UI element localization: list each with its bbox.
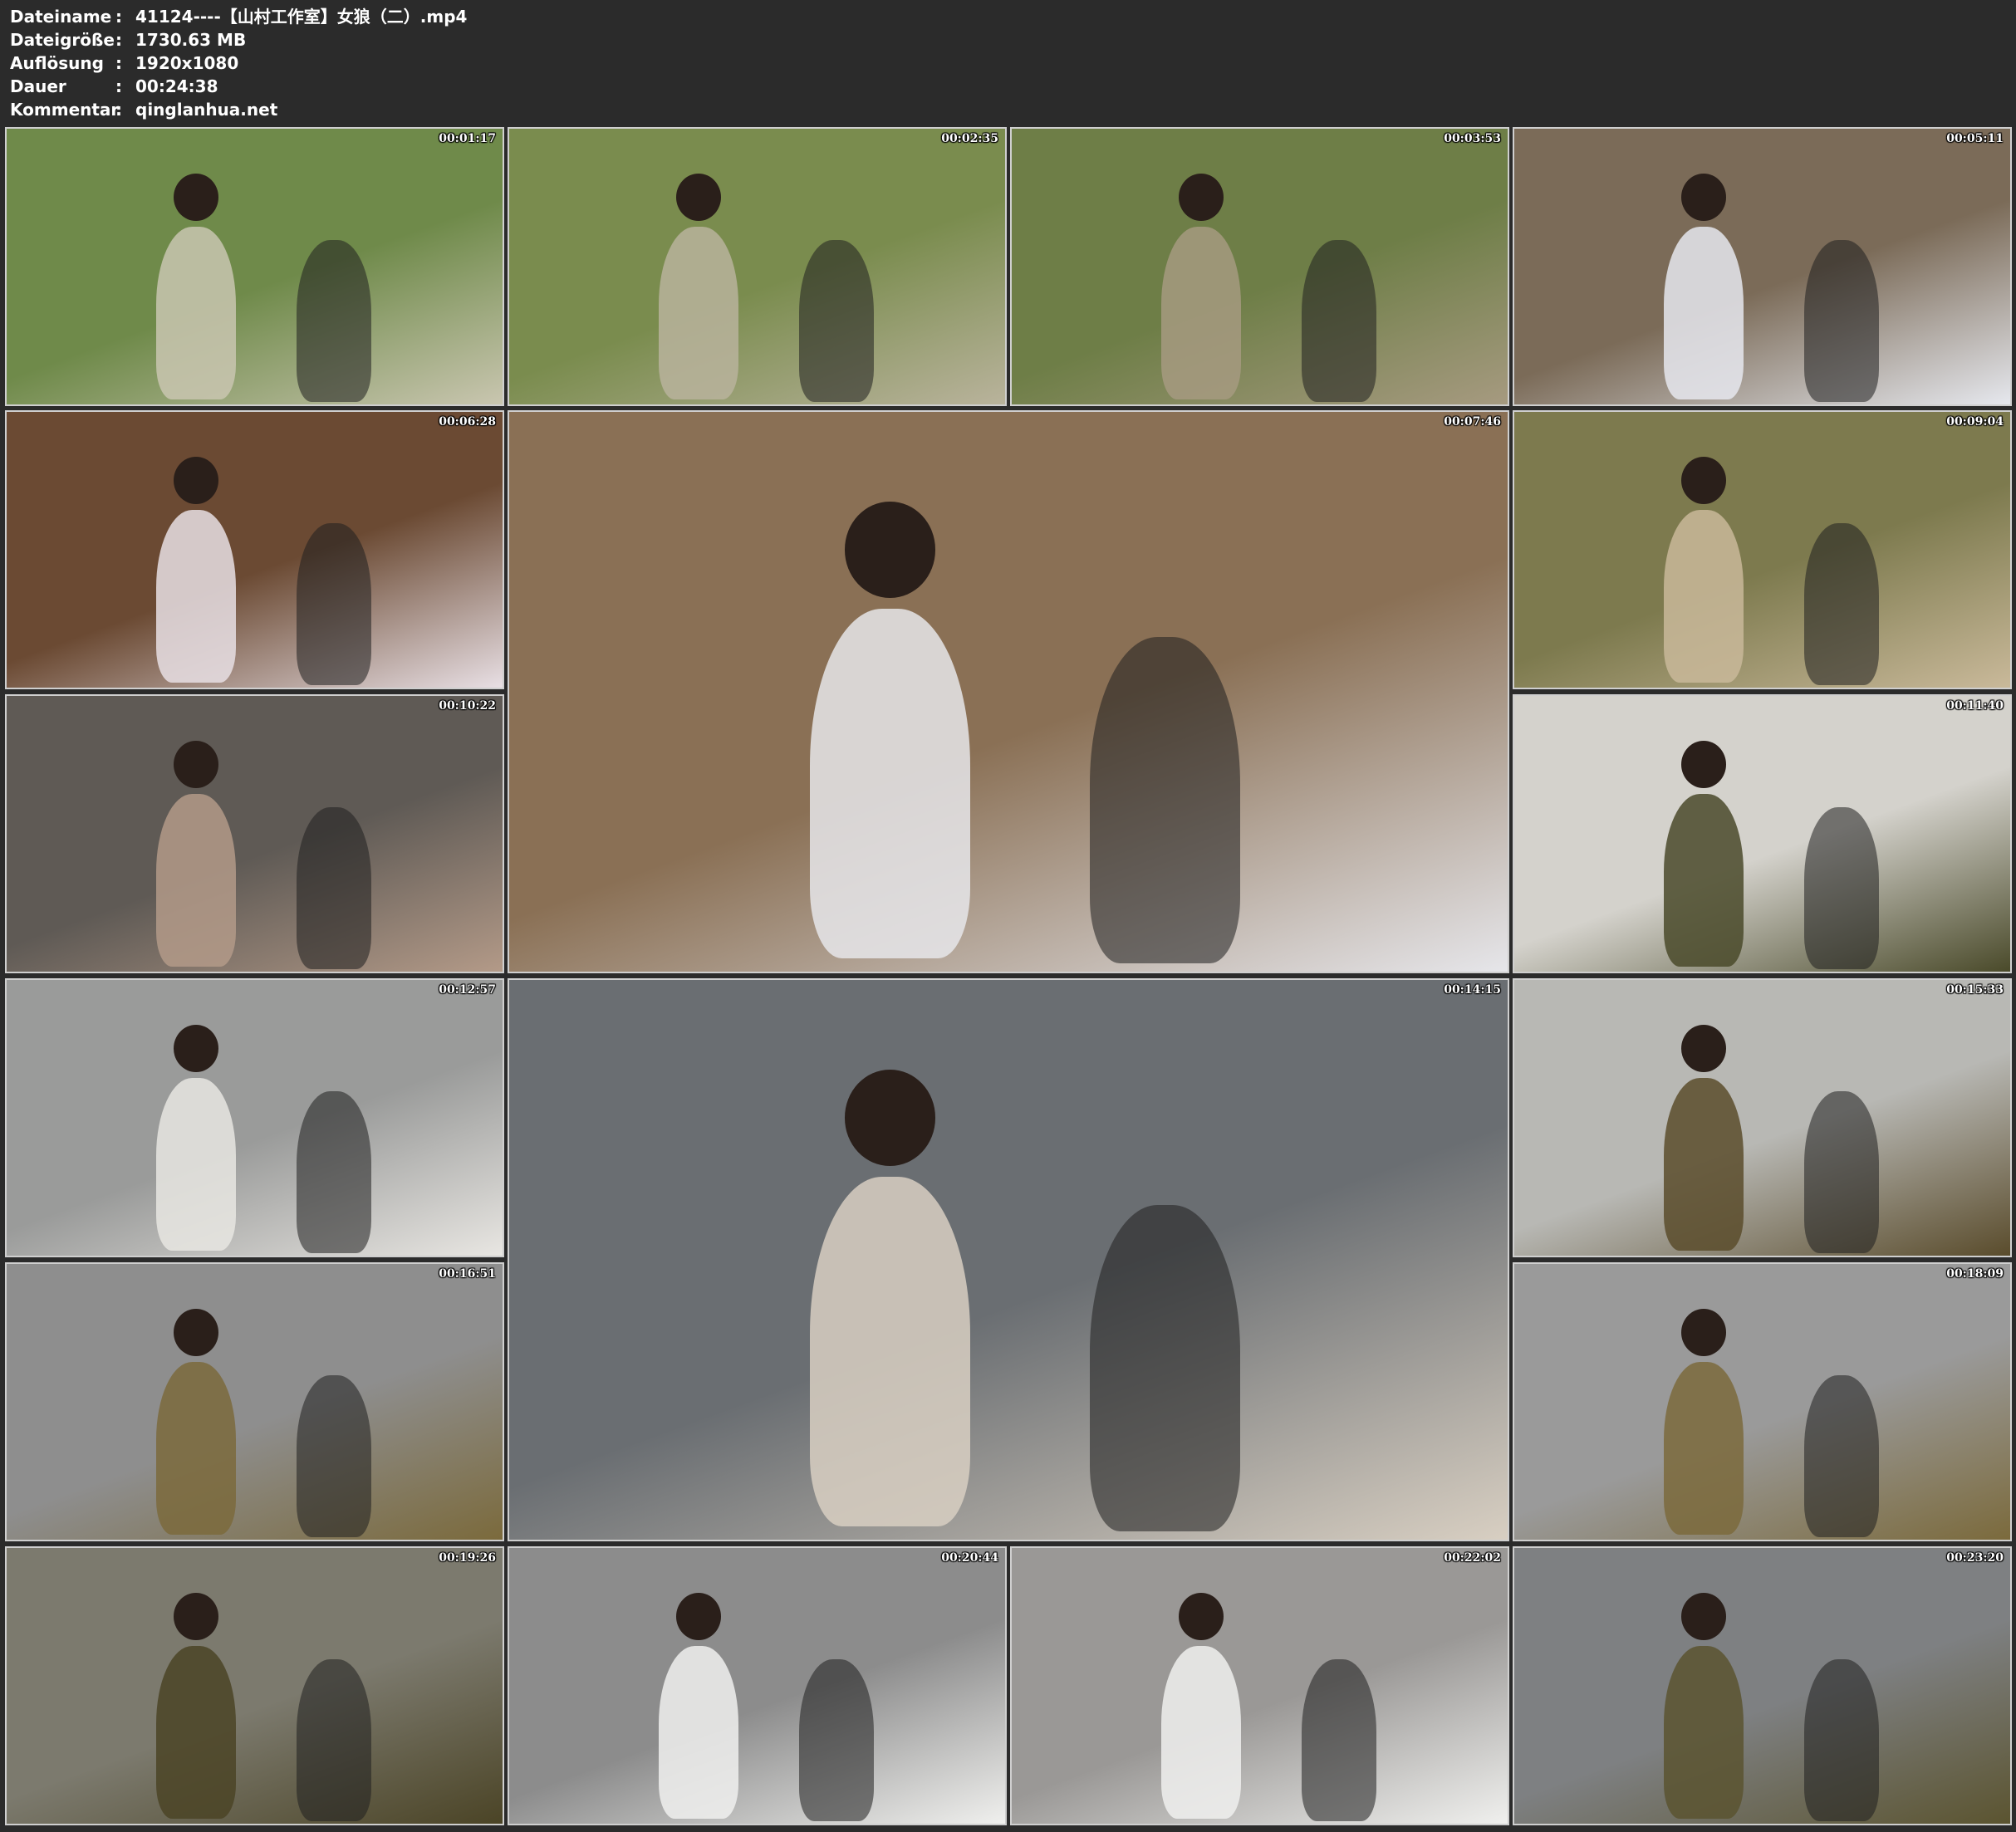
timestamp-label: 00:15:33 — [1946, 983, 2004, 997]
scene-figure — [1664, 1077, 1744, 1251]
timestamp-label: 00:19:26 — [439, 1551, 496, 1565]
scene-figure — [1301, 1659, 1376, 1822]
timestamp-label: 00:01:17 — [439, 132, 496, 145]
scene-figure — [809, 1177, 970, 1526]
scene-figure-head — [845, 1070, 935, 1166]
thumbnail-soldiers-group-uniform[interactable]: 00:11:40 — [1513, 694, 2012, 973]
scene-figure — [798, 1659, 874, 1822]
scene-figure — [1090, 637, 1241, 964]
thumbnail-soldier-grabbing-collar[interactable]: 00:18:09 — [1513, 1262, 2012, 1541]
timestamp-label: 00:20:44 — [941, 1551, 998, 1565]
timestamp-label: 00:22:02 — [1444, 1551, 1501, 1565]
scene-figure — [659, 1645, 739, 1819]
thumbnail-room-boots-legs-large[interactable]: 00:14:15 — [508, 978, 1509, 1541]
thumbnail-chair-tie-restraint[interactable]: 00:20:44 — [508, 1546, 1007, 1825]
scene-figure — [1161, 1645, 1242, 1819]
thumbnail-grid: 00:01:17 00:02:35 00:03:53 00:05:11 00:06:28… — [0, 0, 2016, 1832]
thumbnail-forest-standing-black[interactable]: 00:09:04 — [1513, 410, 2012, 689]
scene-figure — [1803, 1091, 1879, 1254]
scene-figure-head — [1681, 456, 1727, 504]
timestamp-label: 00:03:53 — [1444, 132, 1501, 145]
scene-figure-head — [174, 1024, 219, 1072]
scene-figure-head — [174, 456, 219, 504]
timestamp-label: 00:11:40 — [1946, 699, 2004, 713]
thumbnail-soldiers-floor-group[interactable]: 00:19:26 — [5, 1546, 504, 1825]
scene-figure — [798, 240, 874, 403]
scene-figure-head — [1681, 173, 1727, 221]
thumbnail-forest-bodies-ground[interactable]: 00:03:53 — [1010, 127, 1509, 406]
scene-figure — [1803, 807, 1879, 970]
scene-figure-head — [1681, 1024, 1727, 1072]
scene-figure — [1301, 240, 1376, 403]
scene-figure — [1161, 226, 1242, 399]
thumbnail-two-women-closeup[interactable]: 00:16:51 — [5, 1262, 504, 1541]
thumbnail-chair-slumped-woman[interactable]: 00:22:02 — [1010, 1546, 1509, 1825]
scene-figure-head — [1681, 1592, 1727, 1640]
scene-figure-head — [845, 502, 935, 598]
thumbnail-dirt-boot-removal-large[interactable]: 00:07:46 — [508, 410, 1509, 973]
scene-figure — [296, 523, 371, 686]
scene-figure — [156, 1077, 237, 1251]
timestamp-label: 00:18:09 — [1946, 1267, 2004, 1281]
scene-figure — [659, 226, 739, 399]
scene-figure-head — [1179, 1592, 1224, 1640]
scene-figure — [1803, 1375, 1879, 1538]
scene-figure — [1803, 1659, 1879, 1822]
scene-figure — [296, 240, 371, 403]
timestamp-label: 00:23:20 — [1946, 1551, 2004, 1565]
scene-figure-head — [1681, 1308, 1727, 1356]
scene-figure-head — [676, 173, 722, 221]
scene-figure-head — [174, 173, 219, 221]
scene-figure — [156, 793, 237, 967]
scene-figure-head — [1681, 740, 1727, 788]
scene-figure — [1664, 1361, 1744, 1535]
scene-figure — [1090, 1205, 1241, 1532]
timestamp-label: 00:10:22 — [439, 699, 496, 713]
scene-figure — [1803, 523, 1879, 686]
thumbnail-room-woman-standing[interactable]: 00:12:57 — [5, 978, 504, 1257]
thumbnail-room-barefoot-boots[interactable]: 00:10:22 — [5, 694, 504, 973]
scene-figure-head — [174, 1592, 219, 1640]
scene-figure — [809, 609, 970, 958]
timestamp-label: 00:09:04 — [1946, 415, 2004, 429]
scene-figure — [296, 807, 371, 970]
timestamp-label: 00:14:15 — [1444, 983, 1501, 997]
scene-figure-head — [174, 1308, 219, 1356]
scene-figure — [1664, 509, 1744, 683]
thumbnail-room-soldier-belt[interactable]: 00:15:33 — [1513, 978, 2012, 1257]
scene-figure — [296, 1091, 371, 1254]
scene-figure — [1664, 1645, 1744, 1819]
thumbnail-forest-officers-pistols[interactable]: 00:01:17 — [5, 127, 504, 406]
timestamp-label: 00:05:11 — [1946, 132, 2004, 145]
scene-figure — [1664, 793, 1744, 967]
scene-figure — [296, 1375, 371, 1538]
scene-figure — [296, 1659, 371, 1822]
timestamp-label: 00:16:51 — [439, 1267, 496, 1281]
scene-figure-head — [676, 1592, 722, 1640]
timestamp-label: 00:02:35 — [941, 132, 998, 145]
scene-figure — [1664, 226, 1744, 399]
thumbnail-leaves-boot-removal[interactable]: 00:06:28 — [5, 410, 504, 689]
timestamp-label: 00:07:46 — [1444, 415, 1501, 429]
scene-figure — [156, 226, 237, 399]
scene-figure — [1803, 240, 1879, 403]
thumbnail-forest-fallen-woman[interactable]: 00:02:35 — [508, 127, 1007, 406]
thumbnail-closeup-unconscious-officer[interactable]: 00:05:11 — [1513, 127, 2012, 406]
scene-figure — [156, 1361, 237, 1535]
scene-figure — [156, 509, 237, 683]
scene-figure — [156, 1645, 237, 1819]
timestamp-label: 00:12:57 — [439, 983, 496, 997]
scene-figure-head — [174, 740, 219, 788]
scene-figure-head — [1179, 173, 1224, 221]
timestamp-label: 00:06:28 — [439, 415, 496, 429]
thumbnail-hallway-soldiers-escort[interactable]: 00:23:20 — [1513, 1546, 2012, 1825]
